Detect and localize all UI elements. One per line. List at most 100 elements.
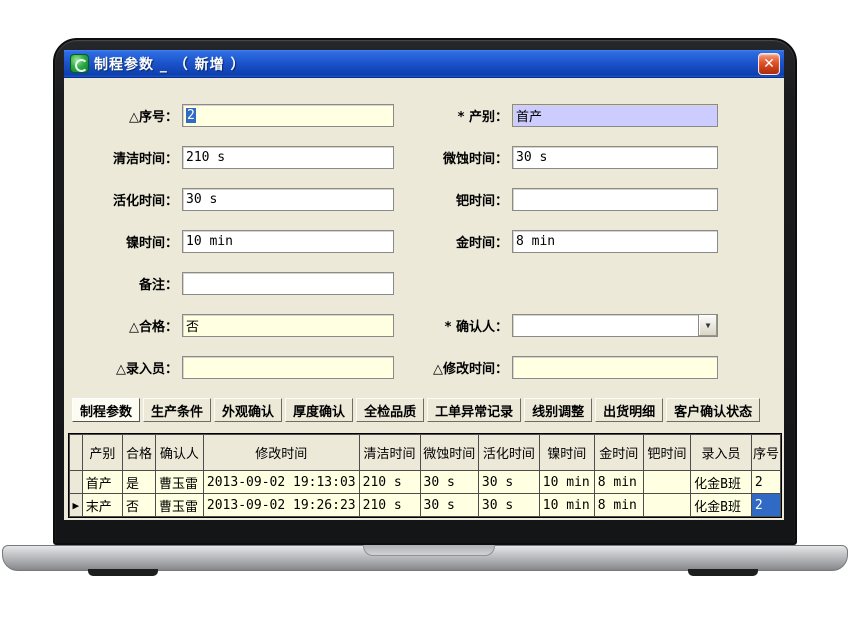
cell[interactable]: 210 s — [359, 471, 420, 494]
app-icon — [70, 54, 89, 73]
cell[interactable]: 曹玉雷 — [155, 471, 203, 494]
tab-strip: 制程参数 生产条件 外观确认 厚度确认 全检品质 工单异常记录 线别调整 出货明… — [72, 398, 784, 422]
cell[interactable] — [643, 494, 690, 517]
close-icon[interactable]: ✕ — [758, 53, 780, 75]
tab-quanjianpinzhi[interactable]: 全检品质 — [356, 398, 424, 422]
cell[interactable]: 30 s — [478, 471, 539, 494]
nie-input[interactable]: 10 min — [182, 230, 394, 253]
cell[interactable]: 2 — [751, 471, 780, 494]
xiugaishijian-input[interactable] — [512, 356, 718, 379]
col-huohuashijian[interactable]: 活化时间 — [478, 435, 539, 471]
beizhu-input[interactable] — [182, 272, 394, 295]
xuhao-input[interactable]: 2 — [182, 104, 394, 127]
xiugaishijian-label: △修改时间： — [394, 358, 512, 377]
luruyuan-input[interactable] — [182, 356, 394, 379]
querenren-label: * 确认人： — [394, 316, 512, 335]
cell[interactable]: 10 min — [539, 471, 594, 494]
form-area: △序号： 2 * 产别： 首产 清洁时间： 210 s 微蚀时间： 30 s 活… — [64, 78, 784, 520]
laptop-base — [2, 545, 848, 571]
table-row[interactable]: ▶ 末产 否 曹玉雷 2013-09-02 19:26:23 210 s 30 … — [70, 494, 781, 517]
laptop-latch-notch — [363, 545, 495, 556]
form-row: △录入员： △修改时间： — [70, 356, 784, 379]
tab-waiguanqueren[interactable]: 外观确认 — [214, 398, 282, 422]
row-selector[interactable] — [70, 471, 83, 494]
form-row: 活化时间： 30 s 钯时间： — [70, 188, 784, 211]
cell[interactable]: 2013-09-02 19:13:03 — [203, 471, 359, 494]
beizhu-label: 备注： — [70, 274, 182, 293]
form-row: 镍时间： 10 min 金时间： 8 min — [70, 230, 784, 253]
tab-zhichengcanshu[interactable]: 制程参数 — [72, 398, 140, 422]
data-grid: 产别 合格 确认人 修改时间 清洁时间 微蚀时间 活化时间 镍时间 金时间 钯时… — [68, 433, 782, 518]
cell[interactable]: 10 min — [539, 494, 594, 517]
xuhao-label: △序号： — [70, 106, 182, 125]
col-querenren[interactable]: 确认人 — [155, 435, 203, 471]
tab-shengchantiaojian[interactable]: 生产条件 — [143, 398, 211, 422]
huohua-label: 活化时间： — [70, 190, 182, 209]
laptop-foot — [88, 569, 158, 576]
cell[interactable]: 30 s — [420, 471, 478, 494]
window-title: 制程参数 _ （ 新增 ） — [94, 54, 758, 74]
cell[interactable]: 末产 — [82, 494, 122, 517]
weishi-label: 微蚀时间： — [394, 148, 512, 167]
cell[interactable]: 30 s — [478, 494, 539, 517]
huohua-input[interactable]: 30 s — [182, 188, 394, 211]
laptop-screen: 制程参数 _ （ 新增 ） ✕ △序号： 2 * 产别： 首产 清洁时间： 21… — [64, 50, 784, 520]
col-luruyuan[interactable]: 录入员 — [691, 435, 752, 471]
chevron-down-icon[interactable]: ▼ — [698, 315, 717, 336]
col-jinshijian[interactable]: 金时间 — [594, 435, 643, 471]
luruyuan-label: △录入员： — [70, 358, 182, 377]
col-xiugaishijian[interactable]: 修改时间 — [203, 435, 359, 471]
col-chanbie[interactable]: 产别 — [82, 435, 122, 471]
grid-header-row: 产别 合格 确认人 修改时间 清洁时间 微蚀时间 活化时间 镍时间 金时间 钯时… — [70, 435, 781, 471]
form-row: △合格： 否 * 确认人： ▼ — [70, 314, 784, 337]
tab-kehuquerenzhuangtai[interactable]: 客户确认状态 — [666, 398, 760, 422]
ba-input[interactable] — [512, 188, 718, 211]
cell[interactable]: 8 min — [594, 471, 643, 494]
weishi-input[interactable]: 30 s — [512, 146, 718, 169]
nie-label: 镍时间： — [70, 232, 182, 251]
col-hege[interactable]: 合格 — [123, 435, 156, 471]
cell[interactable]: 30 s — [420, 494, 478, 517]
app-window: 制程参数 _ （ 新增 ） ✕ △序号： 2 * 产别： 首产 清洁时间： 21… — [64, 50, 784, 520]
title-bar[interactable]: 制程参数 _ （ 新增 ） ✕ — [64, 50, 784, 78]
tab-houduqueren[interactable]: 厚度确认 — [285, 398, 353, 422]
row-selector-header — [70, 435, 83, 471]
col-xuhao[interactable]: 序号 — [751, 435, 780, 471]
form-row: 备注： — [70, 272, 784, 295]
col-qingjieshijian[interactable]: 清洁时间 — [359, 435, 420, 471]
laptop-foot — [688, 569, 758, 576]
cell[interactable]: 210 s — [359, 494, 420, 517]
cell[interactable]: 2013-09-02 19:26:23 — [203, 494, 359, 517]
form-row: 清洁时间： 210 s 微蚀时间： 30 s — [70, 146, 784, 169]
laptop-mockup: 制程参数 _ （ 新增 ） ✕ △序号： 2 * 产别： 首产 清洁时间： 21… — [0, 0, 850, 621]
hege-input[interactable]: 否 — [182, 314, 394, 337]
tab-xianbietiaozheng[interactable]: 线别调整 — [524, 398, 592, 422]
col-nieshijian[interactable]: 镍时间 — [539, 435, 594, 471]
selected-cell[interactable]: 2 — [751, 494, 780, 517]
current-row-marker[interactable]: ▶ — [70, 494, 83, 517]
tab-chuhuomingxi[interactable]: 出货明细 — [595, 398, 663, 422]
tab-gongdanyichangjilu[interactable]: 工单异常记录 — [427, 398, 521, 422]
cell[interactable] — [643, 471, 690, 494]
qingjie-label: 清洁时间： — [70, 148, 182, 167]
table-row[interactable]: 首产 是 曹玉雷 2013-09-02 19:13:03 210 s 30 s … — [70, 471, 781, 494]
cell[interactable]: 曹玉雷 — [155, 494, 203, 517]
cell[interactable]: 化金B班 — [691, 494, 752, 517]
hege-label: △合格： — [70, 316, 182, 335]
chanbie-input[interactable]: 首产 — [512, 104, 718, 127]
cell[interactable]: 是 — [123, 471, 156, 494]
cell[interactable]: 首产 — [82, 471, 122, 494]
qingjie-input[interactable]: 210 s — [182, 146, 394, 169]
form-row: △序号： 2 * 产别： 首产 — [70, 104, 784, 127]
chanbie-label: * 产别： — [394, 106, 512, 125]
cell[interactable]: 8 min — [594, 494, 643, 517]
col-bashijian[interactable]: 钯时间 — [643, 435, 690, 471]
querenren-select[interactable]: ▼ — [512, 314, 718, 337]
col-weishishijian[interactable]: 微蚀时间 — [420, 435, 478, 471]
jin-input[interactable]: 8 min — [512, 230, 718, 253]
selected-text: 2 — [186, 108, 196, 123]
laptop-lid: 制程参数 _ （ 新增 ） ✕ △序号： 2 * 产别： 首产 清洁时间： 21… — [53, 38, 797, 545]
cell[interactable]: 化金B班 — [691, 471, 752, 494]
ba-label: 钯时间： — [394, 190, 512, 209]
cell[interactable]: 否 — [123, 494, 156, 517]
